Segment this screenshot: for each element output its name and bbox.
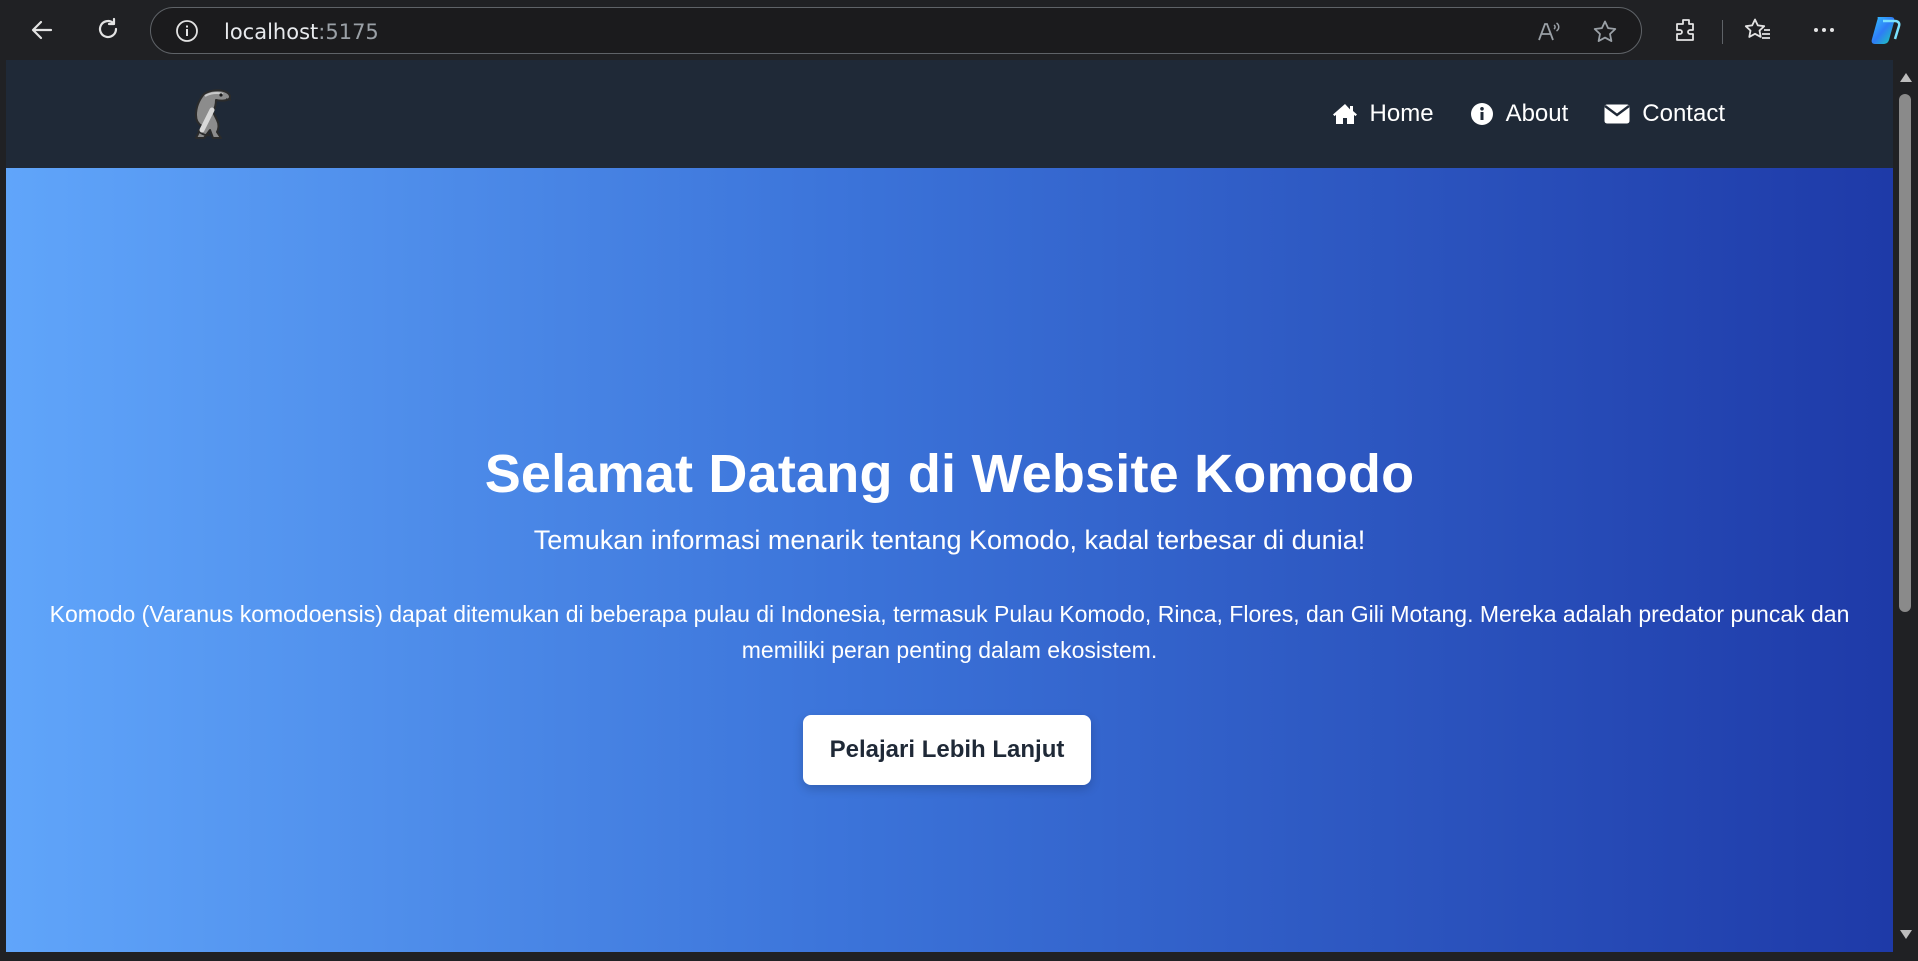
address-bar[interactable]: localhost:5175 <box>150 7 1642 54</box>
read-aloud-icon[interactable] <box>1536 19 1562 45</box>
browser-toolbar: localhost:5175 <box>0 0 1918 60</box>
scroll-down-arrow-icon[interactable] <box>1900 930 1912 939</box>
nav-home-label: Home <box>1369 100 1434 127</box>
navbar: Home About Contact <box>6 60 1893 168</box>
nav-contact-link[interactable]: Contact <box>1604 100 1725 128</box>
komodo-logo[interactable] <box>174 80 244 150</box>
info-icon <box>1470 102 1494 126</box>
hero-section: Selamat Datang di Website Komodo Temukan… <box>6 168 1893 952</box>
page-viewport: Home About Contact Selamat Datang di Web… <box>6 60 1893 952</box>
reload-icon[interactable] <box>90 12 126 48</box>
nav-links: Home About Contact <box>1332 60 1725 168</box>
back-icon[interactable] <box>24 12 60 48</box>
more-icon[interactable] <box>1806 12 1842 48</box>
home-icon <box>1332 103 1358 125</box>
nav-about-label: About <box>1505 100 1569 127</box>
hero-title: Selamat Datang di Website Komodo <box>484 444 1415 504</box>
learn-more-button[interactable]: Pelajari Lebih Lanjut <box>803 715 1091 785</box>
scrollbar-thumb[interactable] <box>1899 94 1911 612</box>
window-bottom-edge <box>0 952 1918 961</box>
favorites-icon[interactable] <box>1740 12 1776 48</box>
copilot-icon[interactable] <box>1868 12 1904 48</box>
vertical-scrollbar[interactable] <box>1893 60 1918 952</box>
url-port: :5175 <box>318 20 379 44</box>
url-text[interactable]: localhost:5175 <box>224 20 379 44</box>
nav-about-link[interactable]: About <box>1470 100 1569 128</box>
nav-contact-label: Contact <box>1642 100 1725 127</box>
hero-subtitle: Temukan informasi menarik tentang Komodo… <box>533 525 1366 555</box>
url-host: localhost <box>224 20 319 44</box>
site-info-icon[interactable] <box>175 19 199 43</box>
favorite-star-icon[interactable] <box>1592 19 1618 45</box>
scroll-up-arrow-icon[interactable] <box>1900 73 1912 82</box>
hero-description: Komodo (Varanus komodoensis) dapat ditem… <box>49 601 1850 663</box>
extensions-icon[interactable] <box>1668 12 1704 48</box>
nav-home-link[interactable]: Home <box>1332 100 1434 128</box>
envelope-icon <box>1604 104 1631 124</box>
toolbar-separator <box>1722 20 1723 44</box>
